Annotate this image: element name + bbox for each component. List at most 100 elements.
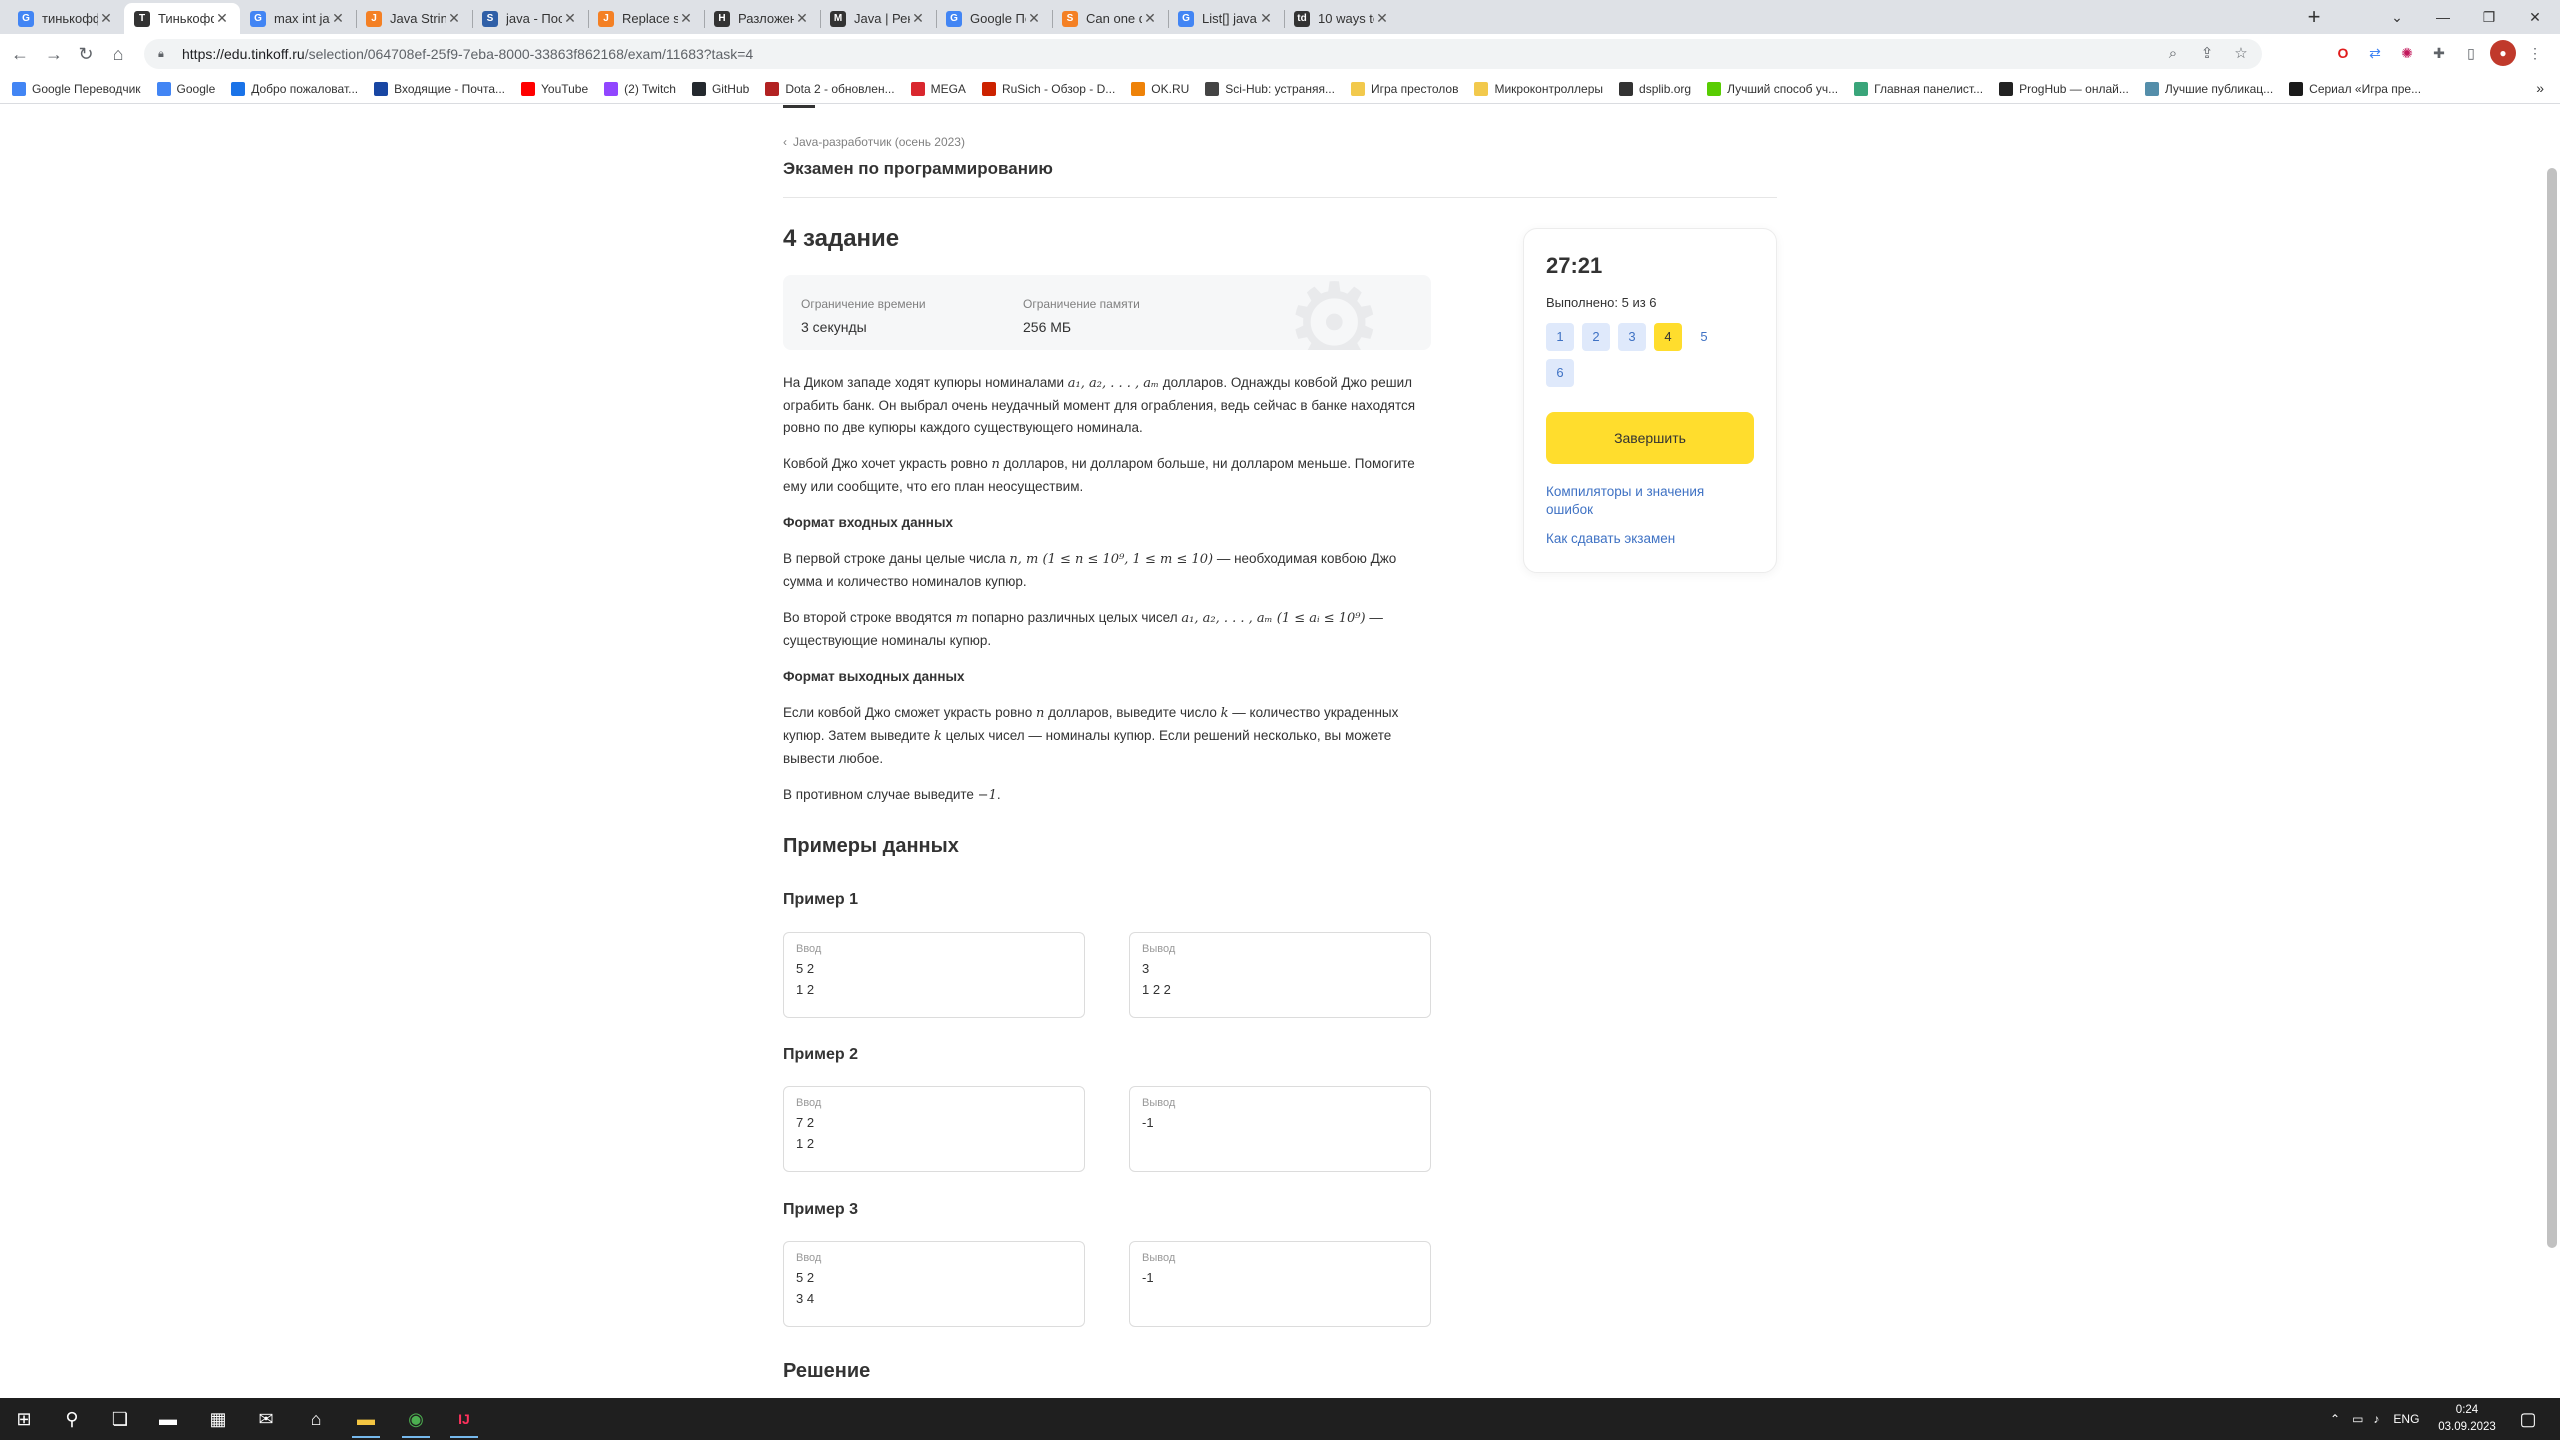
browser-tab[interactable]: Gmax int java - Поиск в✕ xyxy=(240,3,356,34)
bookmark-item[interactable]: Лучшие публикац... xyxy=(2144,81,2273,96)
forward-button[interactable]: → xyxy=(40,40,68,68)
windows-start-icon[interactable]: ⊞ xyxy=(4,1403,44,1435)
browser-tab[interactable]: Sjava - Посчитать коли✕ xyxy=(472,3,588,34)
solution-title: Решение xyxy=(783,1360,871,1382)
finish-exam-button[interactable]: Завершить xyxy=(1546,412,1754,464)
bookmark-star-icon[interactable]: ☆ xyxy=(2228,41,2254,67)
taskbar-clock[interactable]: 0:24 03.09.2023 xyxy=(2432,1402,2502,1436)
sample-input-box[interactable]: Ввод 5 2 1 2 xyxy=(783,932,1085,1018)
close-tab-icon[interactable]: ✕ xyxy=(1142,10,1158,27)
close-tab-icon[interactable]: ✕ xyxy=(562,10,578,27)
translate-extension-icon[interactable]: ⇄ xyxy=(2362,40,2388,66)
bookmark-item[interactable]: Sci-Hub: устраняя... xyxy=(1205,81,1335,96)
task-view-icon[interactable]: ❏ xyxy=(100,1403,140,1435)
close-tab-icon[interactable]: ✕ xyxy=(910,10,926,27)
browser-tab[interactable]: S Can one do a for each l✕ xyxy=(1052,3,1168,34)
reload-button[interactable]: ↻ xyxy=(72,40,100,68)
side-panel-icon[interactable]: ▯ xyxy=(2458,40,2484,66)
bookmark-item[interactable]: Google xyxy=(156,81,215,96)
close-tab-icon[interactable]: ✕ xyxy=(678,10,694,27)
task-button-1[interactable]: 1 xyxy=(1546,323,1574,351)
vpn-extension-icon[interactable]: ✺ xyxy=(2394,40,2420,66)
browser-tab[interactable]: Gтинькофф образовани✕ xyxy=(8,3,124,34)
bookmark-item[interactable]: Google Переводчик xyxy=(12,81,141,96)
language-indicator[interactable]: ENG xyxy=(2393,1412,2419,1426)
url-bar[interactable]: 🔒︎ https://edu.tinkoff.ru/selection/0647… xyxy=(144,39,2262,69)
close-tab-icon[interactable]: ✕ xyxy=(214,10,230,27)
zoom-icon[interactable]: ⌕ xyxy=(2160,41,2186,67)
close-window-button[interactable]: ✕ xyxy=(2510,0,2560,34)
close-tab-icon[interactable]: ✕ xyxy=(1374,10,1390,27)
tray-overflow-icon[interactable]: ⌃ xyxy=(2330,1412,2340,1426)
sample-output-box[interactable]: Вывод -1 xyxy=(1129,1086,1431,1172)
browser-tab[interactable]: td 10 ways to join two lists✕ xyxy=(1284,3,1400,34)
bookmark-item[interactable]: Микроконтроллеры xyxy=(1474,81,1603,96)
scrollbar-thumb[interactable] xyxy=(2547,168,2557,1248)
close-tab-icon[interactable]: ✕ xyxy=(98,10,114,27)
sample-input-box[interactable]: Ввод 7 2 1 2 xyxy=(783,1086,1085,1172)
browser-tab[interactable]: G List[] java - Поиск в Go✕ xyxy=(1168,3,1284,34)
opera-extension-icon[interactable]: O xyxy=(2330,40,2356,66)
intellij-idea-icon[interactable]: IJ xyxy=(444,1403,484,1438)
share-icon[interactable]: ⇪ xyxy=(2194,41,2220,67)
compilers-link[interactable]: Компиляторы и значения ошибок xyxy=(1546,483,1746,519)
browser-tab[interactable]: G Google Переводчик✕ xyxy=(936,3,1052,34)
terminal-icon[interactable]: ▬ xyxy=(148,1403,188,1435)
restore-button[interactable]: ❐ xyxy=(2464,0,2514,34)
minimize-button[interactable]: — xyxy=(2418,0,2468,34)
search-icon[interactable]: ⚲ xyxy=(52,1403,92,1435)
bookmark-item[interactable]: Входящие - Почта... xyxy=(374,81,505,96)
close-tab-icon[interactable]: ✕ xyxy=(446,10,462,27)
bookmark-item[interactable]: MEGA xyxy=(910,81,966,96)
bookmark-item[interactable]: Сериал «Игра пре... xyxy=(2289,81,2421,96)
file-explorer-icon[interactable]: ▬ xyxy=(346,1403,386,1438)
browser-tab[interactable]: J Java String класс✕ xyxy=(356,3,472,34)
bookmark-item[interactable]: Лучший способ уч... xyxy=(1707,81,1838,96)
task-button-3[interactable]: 3 xyxy=(1618,323,1646,351)
close-tab-icon[interactable]: ✕ xyxy=(794,10,810,27)
task-button-2[interactable]: 2 xyxy=(1582,323,1610,351)
bookmark-item[interactable]: Главная панелист... xyxy=(1854,81,1983,96)
notifications-icon[interactable]: ▢ xyxy=(2508,1403,2548,1435)
mail-icon[interactable]: ✉ xyxy=(246,1403,286,1435)
bookmark-item[interactable]: (2) Twitch xyxy=(604,81,676,96)
sample-input-box[interactable]: Ввод 5 2 3 4 xyxy=(783,1241,1085,1327)
how-to-exam-link[interactable]: Как сдавать экзамен xyxy=(1546,530,1746,548)
task-button-5[interactable]: 5 xyxy=(1690,323,1718,351)
bookmark-item[interactable]: OK.RU xyxy=(1131,81,1189,96)
network-icon[interactable]: ▭ xyxy=(2352,1412,2363,1426)
task-button-4[interactable]: 4 xyxy=(1654,323,1682,351)
sample-output-box[interactable]: Вывод -1 xyxy=(1129,1241,1431,1327)
task-button-6[interactable]: 6 xyxy=(1546,359,1574,387)
home-button[interactable]: ⌂ xyxy=(104,40,132,68)
bookmark-item[interactable]: Dota 2 - обновлен... xyxy=(765,81,895,96)
breadcrumb[interactable]: ‹ Java-разработчик (осень 2023) xyxy=(783,135,965,149)
sample-output-box[interactable]: Вывод 3 1 2 2 xyxy=(1129,932,1431,1018)
bookmark-item[interactable]: ProgHub — онлай... xyxy=(1999,81,2129,96)
close-tab-icon[interactable]: ✕ xyxy=(330,10,346,27)
calculator-icon[interactable]: ▦ xyxy=(198,1403,238,1435)
profile-avatar-icon[interactable]: ● xyxy=(2490,40,2516,66)
browser-tab[interactable]: J Replace string в Java✕ xyxy=(588,3,704,34)
bookmark-item[interactable]: YouTube xyxy=(521,81,588,96)
bookmark-item[interactable]: dsplib.org xyxy=(1619,81,1691,96)
close-tab-icon[interactable]: ✕ xyxy=(1258,10,1274,27)
close-tab-icon[interactable]: ✕ xyxy=(1026,10,1042,27)
browser-tab[interactable]: T Тинькофф Образован✕ xyxy=(124,3,240,34)
extensions-puzzle-icon[interactable]: ✚ xyxy=(2426,40,2452,66)
tab-search-icon[interactable]: ⌄ xyxy=(2372,0,2422,34)
bookmark-item[interactable]: Добро пожаловат... xyxy=(231,81,358,96)
bookmark-item[interactable]: RuSich - Обзор - D... xyxy=(981,81,1115,96)
back-button[interactable]: ← xyxy=(6,40,34,68)
breadcrumb-link[interactable]: Java-разработчик (осень 2023) xyxy=(793,135,965,149)
new-tab-button[interactable]: + xyxy=(2300,4,2328,32)
chrome-icon[interactable]: ◉ xyxy=(396,1403,436,1438)
bookmarks-overflow-icon[interactable]: » xyxy=(2536,80,2544,96)
bookmark-item[interactable]: GitHub xyxy=(691,81,749,96)
browser-tab[interactable]: H Разложение числа на✕ xyxy=(704,3,820,34)
store-icon[interactable]: ⌂ xyxy=(296,1403,336,1435)
browser-menu-icon[interactable]: ⋮ xyxy=(2522,40,2548,66)
speaker-icon[interactable]: ♪ xyxy=(2373,1412,2379,1426)
browser-tab[interactable]: M Java | Рекурсивные фу✕ xyxy=(820,3,936,34)
bookmark-item[interactable]: Игра престолов xyxy=(1350,81,1458,96)
